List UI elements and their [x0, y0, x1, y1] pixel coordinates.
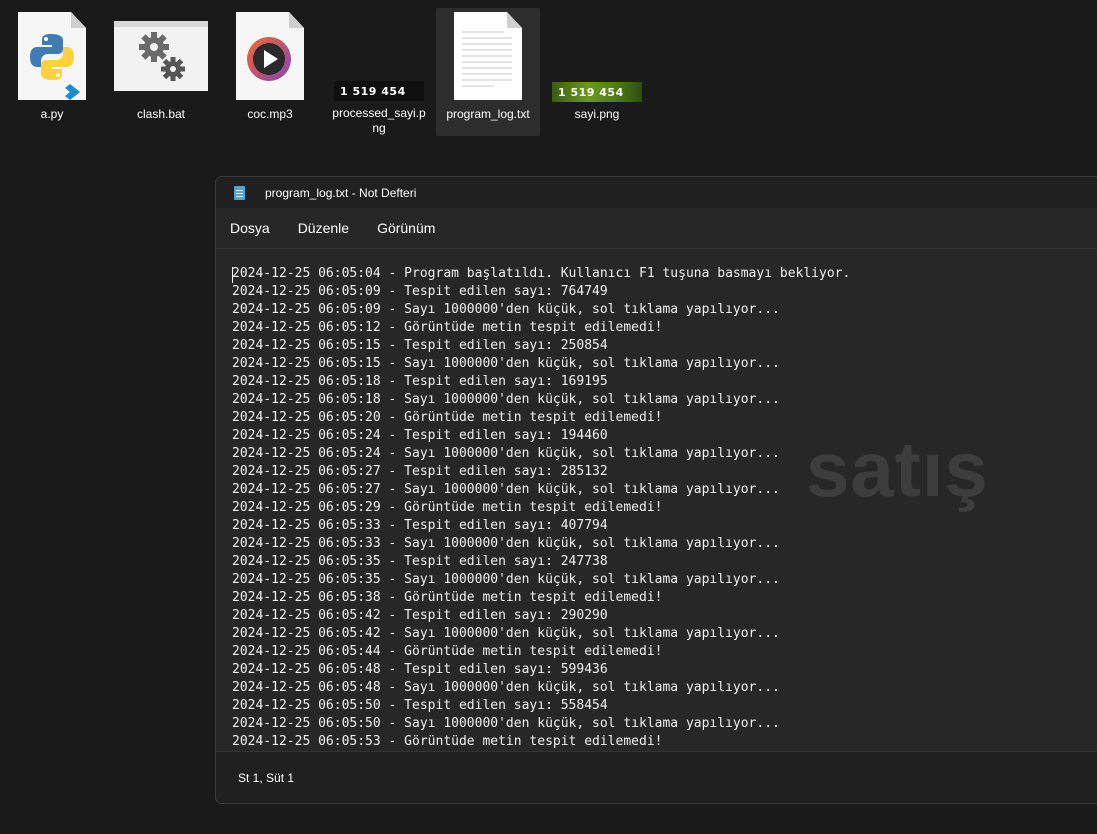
- log-line: 2024-12-25 06:05:50 - Tespit edilen sayı…: [232, 698, 608, 713]
- notepad-icon: [234, 185, 245, 200]
- log-line: 2024-12-25 06:05:27 - Tespit edilen sayı…: [232, 464, 608, 479]
- text-caret: [232, 267, 233, 283]
- menu-file[interactable]: Dosya: [221, 214, 279, 242]
- thumbnail-number-text: 1 519 454: [552, 82, 642, 102]
- log-line: 2024-12-25 06:05:33 - Tespit edilen sayı…: [232, 518, 608, 533]
- menu-bar: Dosya Düzenle Görünüm: [216, 208, 1097, 249]
- log-line: 2024-12-25 06:05:24 - Tespit edilen sayı…: [232, 428, 608, 443]
- python-file-icon: [0, 8, 104, 104]
- image-thumbnail: 1 519 454: [545, 8, 649, 104]
- media-player-icon: [218, 8, 322, 104]
- desktop-icon-clash-bat[interactable]: clash.bat: [109, 8, 213, 136]
- desktop-icon-sayi-png[interactable]: 1 519 454 sayi.png: [545, 8, 649, 136]
- window-title: program_log.txt - Not Defteri: [265, 185, 417, 200]
- log-line: 2024-12-25 06:05:48 - Tespit edilen sayı…: [232, 662, 608, 677]
- log-line: 2024-12-25 06:05:42 - Sayı 1000000'den k…: [232, 626, 780, 641]
- text-editor[interactable]: 2024-12-25 06:05:04 - Program başlatıldı…: [216, 249, 1097, 752]
- log-line: 2024-12-25 06:05:09 - Sayı 1000000'den k…: [232, 302, 780, 317]
- text-file-icon: [436, 8, 540, 104]
- notepad-window: program_log.txt - Not Defteri Dosya Düze…: [215, 176, 1097, 804]
- log-line: 2024-12-25 06:05:18 - Sayı 1000000'den k…: [232, 392, 780, 407]
- status-bar: St 1, Süt 1: [216, 751, 1097, 803]
- desktop-icon-label: coc.mp3: [247, 107, 293, 121]
- desktop-icon-coc-mp3[interactable]: coc.mp3: [218, 8, 322, 136]
- menu-view[interactable]: Görünüm: [368, 214, 444, 242]
- log-line: 2024-12-25 06:05:35 - Tespit edilen sayı…: [232, 554, 608, 569]
- log-line: 2024-12-25 06:05:24 - Sayı 1000000'den k…: [232, 446, 780, 461]
- log-line: 2024-12-25 06:05:42 - Tespit edilen sayı…: [232, 608, 608, 623]
- desktop-icon-label: a.py: [40, 107, 64, 121]
- gears-icon: [109, 8, 213, 104]
- desktop-icon-label: program_log.txt: [446, 107, 530, 121]
- image-thumbnail: 1 519 454: [327, 8, 431, 103]
- desktop-icon-label: sayi.png: [574, 107, 620, 121]
- log-line: 2024-12-25 06:05:48 - Sayı 1000000'den k…: [232, 680, 780, 695]
- cursor-position: St 1, Süt 1: [238, 770, 295, 785]
- desktop-icon-processed-sayi-png[interactable]: 1 519 454 processed_sayi.png: [327, 8, 431, 136]
- log-line: 2024-12-25 06:05:15 - Sayı 1000000'den k…: [232, 356, 780, 371]
- log-line: 2024-12-25 06:05:29 - Görüntüde metin te…: [232, 500, 663, 515]
- log-line: 2024-12-25 06:05:27 - Sayı 1000000'den k…: [232, 482, 780, 497]
- log-line: 2024-12-25 06:05:20 - Görüntüde metin te…: [232, 410, 663, 425]
- log-line: 2024-12-25 06:05:09 - Tespit edilen sayı…: [232, 284, 608, 299]
- thumbnail-number-text: 1 519 454: [334, 81, 424, 101]
- desktop-icon-label: clash.bat: [136, 107, 186, 121]
- log-line: 2024-12-25 06:05:04 - Program başlatıldı…: [232, 266, 851, 281]
- title-bar[interactable]: program_log.txt - Not Defteri: [216, 177, 1097, 208]
- log-line: 2024-12-25 06:05:44 - Görüntüde metin te…: [232, 644, 663, 659]
- desktop-icon-program-log-txt[interactable]: program_log.txt: [436, 8, 540, 136]
- desktop-icon-label: processed_sayi.png: [332, 106, 426, 135]
- log-text: 2024-12-25 06:05:04 - Program başlatıldı…: [232, 265, 850, 751]
- log-line: 2024-12-25 06:05:35 - Sayı 1000000'den k…: [232, 572, 780, 587]
- log-line: 2024-12-25 06:05:12 - Görüntüde metin te…: [232, 320, 663, 335]
- menu-edit[interactable]: Düzenle: [289, 214, 358, 242]
- log-line: 2024-12-25 06:05:15 - Tespit edilen sayı…: [232, 338, 608, 353]
- log-line: 2024-12-25 06:05:18 - Tespit edilen sayı…: [232, 374, 608, 389]
- log-line: 2024-12-25 06:05:50 - Sayı 1000000'den k…: [232, 716, 780, 731]
- desktop-icon-a-py[interactable]: a.py: [0, 8, 104, 136]
- log-line: 2024-12-25 06:05:38 - Görüntüde metin te…: [232, 590, 663, 605]
- log-line: 2024-12-25 06:05:53 - Görüntüde metin te…: [232, 734, 663, 749]
- log-line: 2024-12-25 06:05:33 - Sayı 1000000'den k…: [232, 536, 780, 551]
